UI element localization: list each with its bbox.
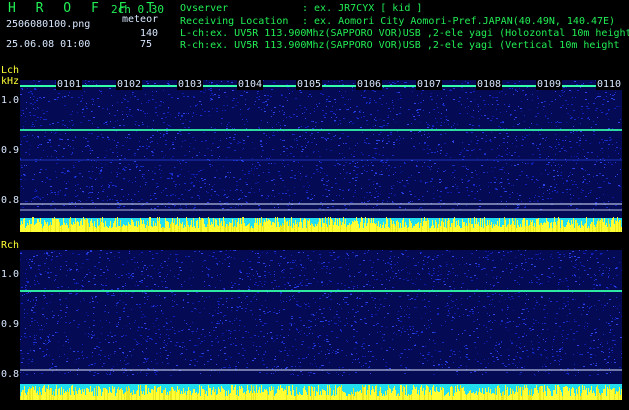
- lch-time-tick: 0108: [476, 79, 503, 90]
- lch-ytick-2: 0.9: [1, 145, 20, 156]
- rch-ytick-3: 0.8: [1, 369, 20, 380]
- observer-label: Ovserver: [180, 3, 229, 14]
- meteor-label: meteor: [122, 14, 159, 25]
- lch-time-tick: 0107: [416, 79, 443, 90]
- lch-spectrogram-canvas: [20, 80, 622, 232]
- rch-spectrogram-canvas: [20, 250, 622, 400]
- lch-ytick-3: 0.8: [1, 195, 20, 206]
- rch-meteor-count: 75: [140, 39, 153, 50]
- filename-label: 2506080100.png: [6, 19, 91, 30]
- lch-info: L-ch:ex. UV5R 113.900Mhz(SAPPORO VOR)USB…: [180, 28, 629, 39]
- level-bars: [20, 384, 622, 400]
- spectrum-background: [20, 250, 622, 400]
- rch-channel-label: Rch: [1, 240, 20, 251]
- lch-time-tick: 0105: [296, 79, 323, 90]
- lch-channel-label: Lch: [1, 65, 20, 76]
- level-bars: [20, 217, 622, 232]
- rch-spectrogram: [20, 250, 622, 400]
- location-value: : ex. Aomori City Aomori-Pref.JAPAN(40.4…: [302, 16, 616, 27]
- rch-ytick-1: 1.0: [1, 269, 20, 280]
- lch-unit-label: kHz: [1, 76, 20, 87]
- lch-time-tick: 0102: [116, 79, 143, 90]
- location-label: Receiving Location: [180, 16, 289, 27]
- datetime-label: 25.06.08 01:00: [6, 39, 91, 50]
- lch-ytick-1: 1.0: [1, 95, 20, 106]
- rch-ytick-2: 0.9: [1, 319, 20, 330]
- lch-time-tick: 0104: [237, 79, 264, 90]
- lch-time-tick: 0106: [356, 79, 383, 90]
- lch-time-tick: 0101: [56, 79, 83, 90]
- lch-spectrogram: [20, 80, 622, 232]
- lch-time-tick: 0109: [536, 79, 563, 90]
- rch-info: R-ch:ex. UV5R 113.900Mhz(SAPPORO VOR)USB…: [180, 40, 620, 51]
- observer-value: : ex. JR7CYX [ kid ]: [302, 3, 423, 14]
- lch-meteor-count: 140: [140, 28, 159, 39]
- lch-time-tick: 0103: [177, 79, 204, 90]
- lch-time-tick: 0110: [596, 79, 623, 90]
